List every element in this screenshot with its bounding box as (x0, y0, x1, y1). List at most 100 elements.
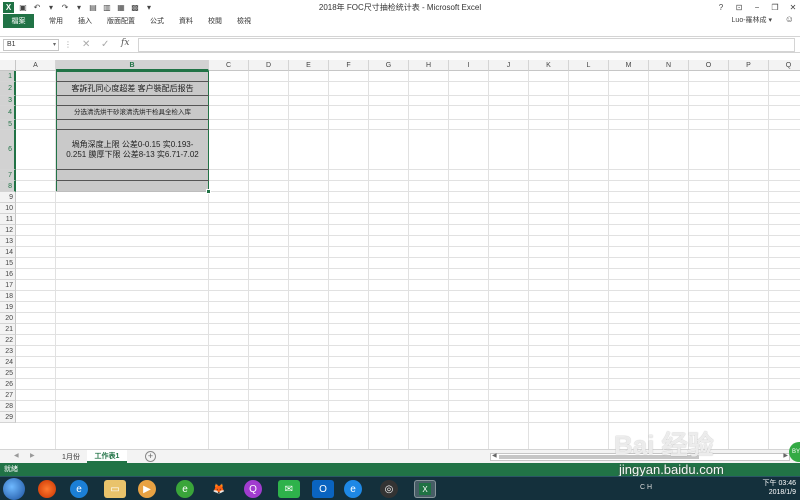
sheet-tab-january[interactable]: 1月份 (56, 450, 86, 463)
fill-handle[interactable] (206, 189, 211, 194)
column-header-p[interactable]: P (729, 60, 769, 71)
row-header-24[interactable]: 24 (0, 357, 16, 368)
app-q-icon[interactable]: Q (244, 480, 262, 498)
cell-b4[interactable]: 分选清洗烘干砂滚清洗烘干检具全检入库 (56, 106, 209, 120)
row-header-23[interactable]: 23 (0, 346, 16, 357)
row-header-22[interactable]: 22 (0, 335, 16, 346)
excel-logo-icon[interactable]: X (3, 1, 14, 13)
row-header-27[interactable]: 27 (0, 390, 16, 401)
column-header-o[interactable]: O (689, 60, 729, 71)
tab-file[interactable]: 檔案 (3, 14, 34, 28)
column-header-a[interactable]: A (16, 60, 56, 71)
cell-b2[interactable]: 客訴孔同心度超差 客户裝配后报告 (56, 82, 209, 96)
formula-input[interactable] (138, 38, 795, 52)
row-header-29[interactable]: 29 (0, 412, 16, 423)
tab-review[interactable]: 校閱 (208, 16, 222, 26)
row-header-19[interactable]: 19 (0, 302, 16, 313)
row-header-18[interactable]: 18 (0, 291, 16, 302)
outlook-icon[interactable]: O (312, 480, 334, 498)
ribbon-display-icon[interactable]: ⊡ (734, 3, 744, 12)
undo-dropdown-icon[interactable]: ▾ (46, 2, 56, 12)
row-header-13[interactable]: 13 (0, 236, 16, 247)
row-header-28[interactable]: 28 (0, 401, 16, 412)
cancel-entry-icon[interactable]: ✕ (82, 39, 90, 50)
help-button[interactable]: ? (716, 3, 726, 12)
row-header-16[interactable]: 16 (0, 269, 16, 280)
fox-icon[interactable]: 🦊 (208, 480, 230, 498)
app-orange-icon[interactable] (38, 480, 56, 498)
row-header-12[interactable]: 12 (0, 225, 16, 236)
column-header-d[interactable]: D (249, 60, 289, 71)
prev-sheet-icon[interactable]: ◀ (14, 452, 19, 459)
cell-b6[interactable]: 堝角深度上限 公差0-0.15 实0.193-0.251 膜厚下限 公差8-13… (56, 130, 209, 170)
tab-data[interactable]: 資料 (179, 16, 193, 26)
wechat-icon[interactable]: ✉ (278, 480, 300, 498)
cell-b1[interactable] (56, 71, 209, 82)
row-header-1[interactable]: 1 (0, 71, 16, 82)
table-icon[interactable]: ▩ (130, 2, 140, 12)
redo-icon[interactable]: ↷ (60, 2, 70, 12)
system-tray[interactable]: CH (640, 484, 654, 491)
tab-page-layout[interactable]: 版面配置 (107, 16, 135, 26)
formula-bar-resize-icon[interactable]: ⋮ (64, 40, 72, 49)
excel-taskbar-icon[interactable]: X (414, 480, 436, 498)
scroll-left-icon[interactable]: ◀ (492, 452, 497, 459)
cell-b5[interactable] (56, 120, 209, 130)
row-header-25[interactable]: 25 (0, 368, 16, 379)
column-header-c[interactable]: C (209, 60, 249, 71)
user-account[interactable]: Luo-羅林成 ▾ (732, 15, 772, 25)
column-header-q[interactable]: Q (769, 60, 800, 71)
cell-b7[interactable] (56, 170, 209, 181)
record-icon[interactable]: ◎ (380, 480, 398, 498)
restore-button[interactable]: ❐ (770, 3, 780, 12)
feedback-smiley-icon[interactable]: ☺ (785, 14, 794, 24)
internet-explorer-icon[interactable]: e (70, 480, 88, 498)
row-header-21[interactable]: 21 (0, 324, 16, 335)
print-icon[interactable]: ▦ (116, 2, 126, 12)
row-header-17[interactable]: 17 (0, 280, 16, 291)
redo-dropdown-icon[interactable]: ▾ (74, 2, 84, 12)
print-preview-icon[interactable]: ▥ (102, 2, 112, 12)
column-header-j[interactable]: J (489, 60, 529, 71)
row-header-2[interactable]: 2 (0, 82, 16, 96)
column-header-k[interactable]: K (529, 60, 569, 71)
row-header-15[interactable]: 15 (0, 258, 16, 269)
row-header-7[interactable]: 7 (0, 170, 16, 181)
scroll-right-icon[interactable]: ▶ (783, 452, 788, 459)
name-box[interactable]: B1 ▾ (3, 39, 59, 51)
open-icon[interactable]: ▤ (88, 2, 98, 12)
column-header-m[interactable]: M (609, 60, 649, 71)
save-icon[interactable]: ▣ (18, 2, 28, 12)
column-header-n[interactable]: N (649, 60, 689, 71)
cell-b8[interactable] (56, 181, 209, 192)
tab-view[interactable]: 檢視 (237, 16, 251, 26)
tab-insert[interactable]: 插入 (78, 16, 92, 26)
select-all-corner[interactable] (0, 60, 16, 71)
customize-qat-icon[interactable]: ▾ (144, 2, 154, 12)
row-header-8[interactable]: 8 (0, 181, 16, 192)
browser-green-icon[interactable]: e (176, 480, 194, 498)
media-player-icon[interactable]: ▶ (138, 480, 156, 498)
row-header-5[interactable]: 5 (0, 120, 16, 130)
row-header-3[interactable]: 3 (0, 96, 16, 106)
worksheet-grid[interactable]: ABCDEFGHIJKLMNOPQ 1 2 3 4 5 6 7 8 9 10 11 12 13 14 15 1… (0, 60, 800, 449)
row-header-6[interactable]: 6 (0, 130, 16, 170)
tab-formulas[interactable]: 公式 (150, 16, 164, 26)
sheet-tab-sheet1[interactable]: 工作表1 (87, 450, 127, 463)
name-box-dropdown-icon[interactable]: ▾ (53, 40, 56, 50)
column-header-i[interactable]: I (449, 60, 489, 71)
next-sheet-icon[interactable]: ▶ (30, 452, 35, 459)
row-header-20[interactable]: 20 (0, 313, 16, 324)
column-header-f[interactable]: F (329, 60, 369, 71)
tab-home[interactable]: 常用 (49, 16, 63, 26)
row-header-4[interactable]: 4 (0, 106, 16, 120)
column-header-b[interactable]: B (56, 60, 209, 71)
row-header-26[interactable]: 26 (0, 379, 16, 390)
clock[interactable]: 下午 03:46 2018/1/9 (763, 479, 796, 497)
column-header-e[interactable]: E (289, 60, 329, 71)
ime-indicator[interactable]: CH (640, 484, 654, 491)
column-header-h[interactable]: H (409, 60, 449, 71)
column-header-l[interactable]: L (569, 60, 609, 71)
close-button[interactable]: ✕ (788, 3, 798, 12)
row-header-9[interactable]: 9 (0, 192, 16, 203)
